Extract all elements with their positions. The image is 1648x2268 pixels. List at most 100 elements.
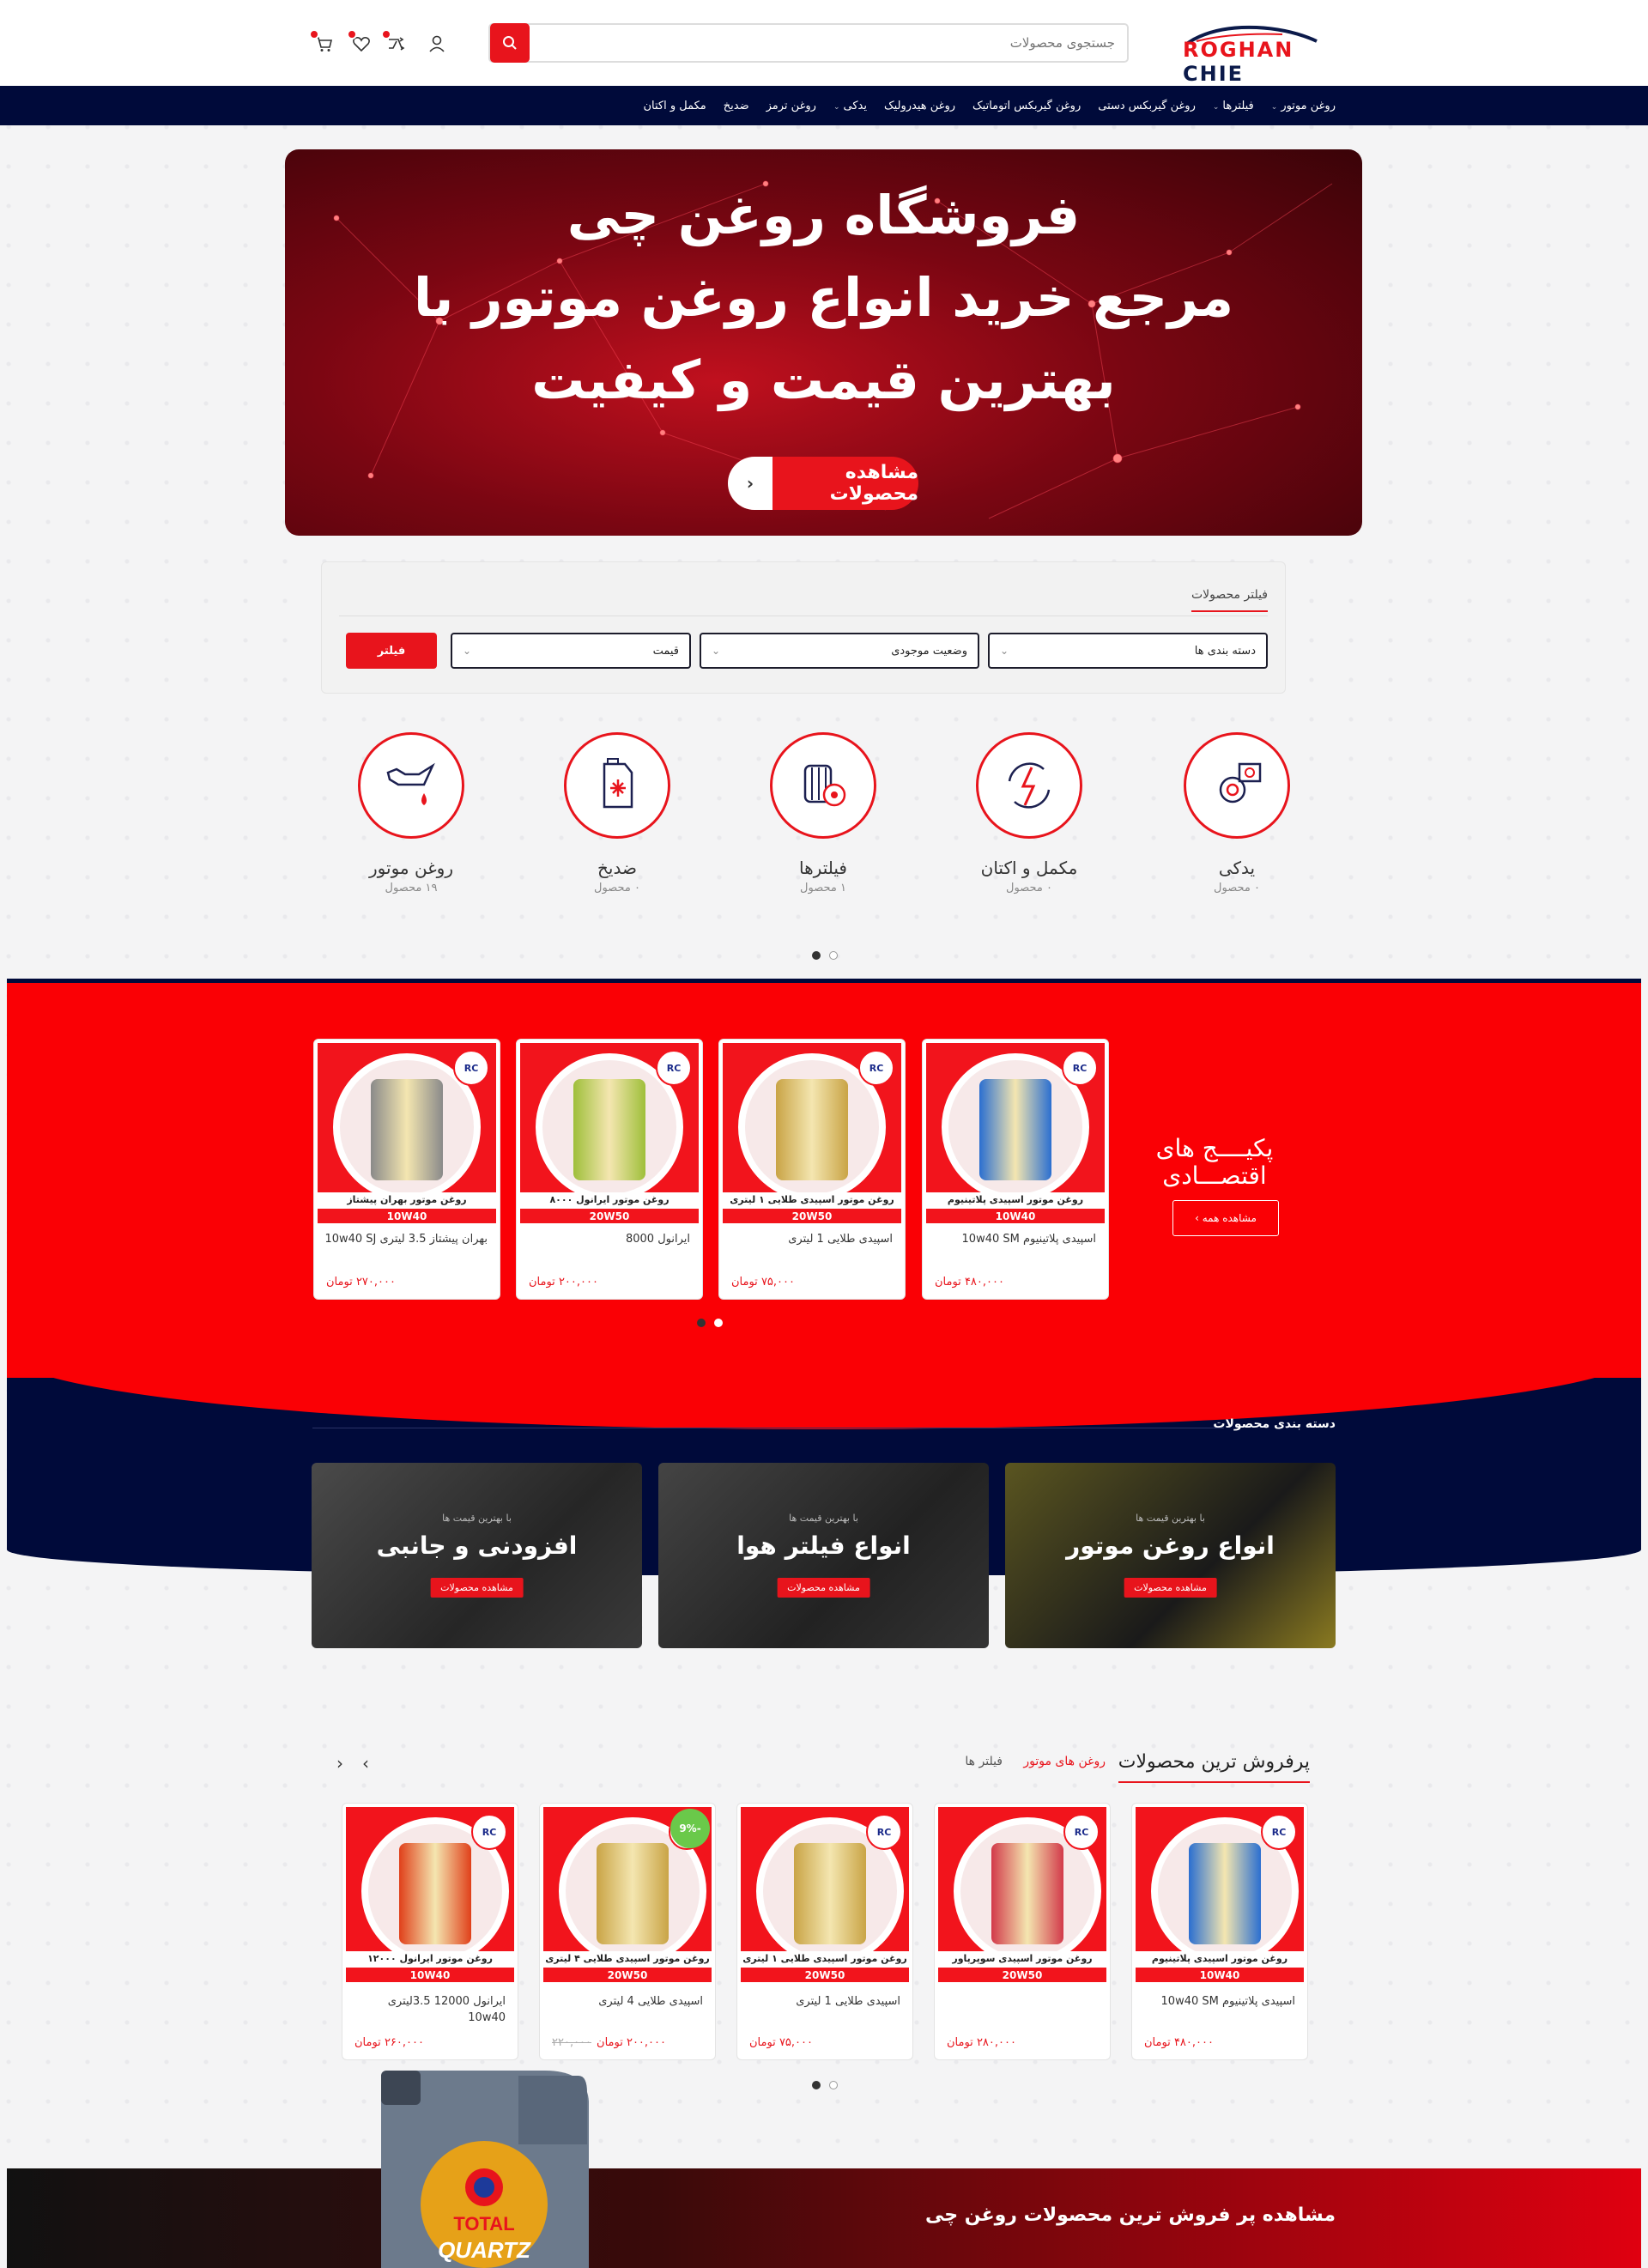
tab-engine-oils[interactable]: روغن های موتور (1023, 1755, 1106, 1768)
product-image[interactable]: RC روغن موتور اسپیدی سوپرپاور 20W50 (938, 1807, 1106, 1982)
oil-can-icon (1189, 1843, 1261, 1944)
product-image[interactable]: RC روغن موتور اسپیدی پلاتینیوم 10W40 (1136, 1807, 1304, 1982)
product-card[interactable]: -9%RCروغن موتور اسپیدی طلایی ۴ لیتری20W5… (539, 1803, 716, 2060)
price-select-label: قیمت (652, 644, 679, 658)
product-grade: 10W40 (346, 1967, 514, 1982)
power-icon (1008, 762, 1051, 809)
carousel-dot-active[interactable] (697, 1319, 706, 1327)
nav-item[interactable]: مکمل و اکتان (643, 100, 706, 112)
packages-title: پکیــــج های اقتصـــادی (1155, 1134, 1274, 1191)
product-price: ۲۸۰,۰۰۰ تومان (947, 2036, 1016, 2049)
next-arrow-icon[interactable]: › (362, 1753, 369, 1774)
carousel-dot[interactable] (829, 2081, 838, 2089)
category-banner[interactable]: با بهترین قیمت ها انواع فیلتر هوا مشاهده… (658, 1463, 989, 1648)
nav-item[interactable]: فیلترها⌄ (1213, 100, 1254, 112)
product-card[interactable]: RC روغن موتور اسپیدی سوپرپاور 20W50 ۲۸۰,۰۰۰… (934, 1803, 1111, 2060)
category-select[interactable]: دسته بندی ها ⌄ (988, 633, 1268, 669)
category-banner[interactable]: با بهترین قیمت ها افزودنی و جانبی مشاهده… (312, 1463, 642, 1648)
product-card[interactable]: RC روغن موتور اسپیدی طلایی ۱ لیتری 20W50 اس… (718, 1039, 906, 1300)
category-item[interactable]: ضدیخ ۰ محصول (544, 732, 690, 894)
brand-logo-icon: RC (1261, 1814, 1297, 1850)
carousel-dots (812, 2081, 838, 2089)
banner-subtitle: با بهترین قیمت ها (789, 1513, 858, 1524)
carousel-dots (697, 1319, 723, 1327)
category-banner[interactable]: با بهترین قیمت ها انواع روغن موتور مشاهد… (1005, 1463, 1336, 1648)
product-name[interactable]: اسپیدی پلاتینیوم 10w40 SM (931, 1232, 1096, 1248)
tab-filters[interactable]: فیلتر ها (965, 1755, 1003, 1768)
product-name[interactable]: اسپیدی پلاتینیوم 10w40 SM (1141, 1994, 1295, 2010)
filter-button[interactable]: فیلتر (346, 633, 437, 669)
search-bar (488, 23, 1129, 63)
price-select[interactable]: قیمت ⌄ (451, 633, 691, 669)
product-image[interactable]: RC روغن موتور ایرانول ۱۲۰۰۰ 10W40 (346, 1807, 514, 1982)
stock-select-label: وضعیت موجودی (891, 644, 967, 658)
carousel-dot-active[interactable] (812, 2081, 821, 2089)
wishlist-button[interactable] (347, 29, 374, 57)
product-name[interactable]: ایرانول 12000 3.5لیتری 10w40 (351, 1994, 506, 2027)
search-input[interactable] (548, 32, 1115, 54)
price-current: ۲۸۰,۰۰۰ تومان (947, 2036, 1016, 2049)
banner-title: انواع روغن موتور (1066, 1531, 1275, 1560)
nav-item[interactable]: یدکی⌄ (833, 100, 867, 112)
stock-select[interactable]: وضعیت موجودی ⌄ (700, 633, 979, 669)
product-image[interactable]: RC روغن موتور اسپیدی پلاتینیوم 10W40 (926, 1043, 1105, 1223)
antifreeze-icon (603, 758, 633, 809)
product-card[interactable]: RC روغن موتور اسپیدی پلاتینیوم 10W40 اسپیدی… (922, 1039, 1109, 1300)
banner-button[interactable]: مشاهده محصولات (430, 1578, 524, 1598)
carousel-dot-active[interactable] (812, 951, 821, 960)
cart-button[interactable] (309, 29, 336, 57)
product-image[interactable]: RC روغن موتور ایرانول ۸۰۰۰ 20W50 (520, 1043, 699, 1223)
price-current: ۷۵,۰۰۰ تومان (749, 2036, 813, 2049)
product-name[interactable]: بهران پیشتاز 3.5 لیتری 10w40 SJ (323, 1232, 488, 1248)
banner-subtitle: با بهترین قیمت ها (442, 1513, 512, 1524)
carousel-dot[interactable] (829, 951, 838, 960)
nav-item[interactable]: ضدیخ (724, 100, 749, 112)
wishlist-badge (347, 29, 357, 39)
product-name[interactable]: ایرانول 8000 (525, 1232, 690, 1248)
brand-logo-icon: RC (858, 1050, 894, 1086)
nav-item[interactable]: روغن ترمز (766, 100, 816, 112)
view-all-button[interactable]: مشاهده همه › (1172, 1200, 1279, 1236)
category-item[interactable]: فیلترها ۱ محصول (750, 732, 896, 894)
product-image[interactable]: RC روغن موتور اسپیدی طلایی ۱ لیتری 20W50 (741, 1807, 909, 1982)
user-icon (429, 35, 445, 52)
banner-button[interactable]: مشاهده محصولات (777, 1578, 870, 1598)
category-item[interactable]: روغن موتور ۱۹ محصول (338, 732, 484, 894)
product-name[interactable]: اسپیدی طلایی 1 لیتری (746, 1994, 900, 2010)
product-image[interactable]: RC روغن موتور بهران پیشتاز 10W40 (318, 1043, 496, 1223)
product-name[interactable]: اسپیدی طلایی 4 لیتری (548, 1994, 703, 2010)
product-price: ۷۵,۰۰۰ تومان (749, 2036, 813, 2049)
price-current: ۴۸۰,۰۰۰ تومان (1144, 2036, 1214, 2049)
compare-button[interactable] (381, 29, 409, 57)
product-name[interactable]: اسپیدی طلایی 1 لیتری (728, 1232, 893, 1248)
product-card[interactable]: RC روغن موتور اسپیدی پلاتینیوم 10W40 اسپیدی… (1131, 1803, 1308, 2060)
prev-arrow-icon[interactable]: ‹ (336, 1753, 343, 1774)
account-button[interactable] (424, 31, 450, 57)
category-name: یدکی (1218, 858, 1256, 878)
banner-button[interactable]: مشاهده محصولات (1124, 1578, 1217, 1598)
hero-view-products-button[interactable]: مشاهده محصولات ‹ (728, 457, 918, 510)
carousel-dot[interactable] (714, 1319, 723, 1327)
product-card[interactable]: RC روغن موتور ایرانول ۸۰۰۰ 20W50 ایرانول 80… (516, 1039, 703, 1300)
search-button[interactable] (490, 23, 530, 63)
product-card[interactable]: RC روغن موتور بهران پیشتاز 10W40 بهران پیشت… (313, 1039, 500, 1300)
hero-button-label: مشاهده محصولات (829, 462, 918, 505)
logo-text: ROGHAN CHIE (1183, 38, 1294, 86)
filter-title: فیلتر محصولات (1191, 588, 1268, 612)
category-count: ۰ محصول (1214, 882, 1260, 894)
product-card[interactable]: RC روغن موتور اسپیدی طلایی ۱ لیتری 20W50 اس… (736, 1803, 913, 2060)
category-item[interactable]: مکمل و اکتان ۰ محصول (956, 732, 1102, 894)
nav-item[interactable]: روغن گیربکس دستی (1098, 100, 1196, 112)
product-image[interactable]: RC روغن موتور اسپیدی طلایی ۱ لیتری 20W50 (723, 1043, 901, 1223)
category-name: روغن موتور (369, 858, 453, 878)
cart-badge (309, 29, 319, 39)
nav-item[interactable]: روغن موتور⌄ (1271, 100, 1336, 112)
site-logo[interactable]: ROGHAN CHIE (1179, 22, 1327, 86)
product-label: روغن موتور اسپیدی پلاتینیوم (1136, 1951, 1304, 1967)
product-card[interactable]: RC روغن موتور ایرانول ۱۲۰۰۰ 10W40 ایرانول 1… (342, 1803, 518, 2060)
category-item[interactable]: یدکی ۰ محصول (1164, 732, 1310, 894)
nav-item[interactable]: روغن گیربکس اتوماتیک (972, 100, 1081, 112)
nav-item[interactable]: روغن هیدرولیک (884, 100, 955, 112)
product-grade: 20W50 (543, 1967, 712, 1982)
product-grade: 10W40 (318, 1208, 496, 1223)
